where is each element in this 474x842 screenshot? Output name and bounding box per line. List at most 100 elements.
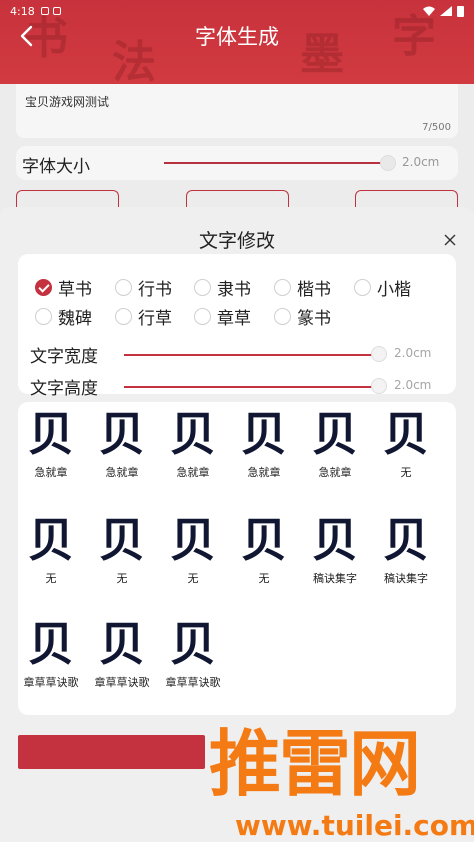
style-option[interactable]: 草书: [35, 275, 92, 300]
glyph-grid: 贝急就章 贝急就章 贝急就章 贝急就章 贝急就章 贝无 贝无 贝无 贝无 贝无 …: [18, 402, 456, 715]
width-slider-label: 文字宽度: [30, 347, 98, 367]
glyph-char: 贝: [383, 513, 429, 567]
style-option-label: 小楷: [377, 279, 411, 300]
radio-icon[interactable]: [194, 278, 211, 296]
glyph-item[interactable]: 贝急就章: [229, 406, 299, 480]
glyph-char: 贝: [170, 513, 216, 567]
style-option-label: 行书: [138, 279, 172, 300]
wifi-icon: [423, 6, 435, 16]
glyph-source: 无: [116, 572, 128, 585]
close-icon[interactable]: [441, 231, 459, 249]
style-option[interactable]: 行书: [115, 275, 172, 300]
height-slider-track[interactable]: [124, 386, 380, 388]
glyph-char: 贝: [99, 407, 145, 461]
glyph-char: 贝: [241, 513, 287, 567]
style-option[interactable]: 楷书: [274, 275, 331, 300]
page-title: 字体生成: [195, 25, 279, 49]
glyph-source: 无: [400, 466, 412, 479]
glyph-char: 贝: [28, 617, 74, 671]
radio-icon[interactable]: [115, 278, 132, 296]
notification-icon: [40, 7, 49, 15]
height-slider-thumb[interactable]: [371, 378, 387, 394]
style-option[interactable]: 魏碑: [35, 304, 92, 329]
height-slider-value: 2.0cm: [394, 378, 432, 392]
radio-checked-icon[interactable]: [35, 278, 52, 296]
glyph-item[interactable]: 贝稿诀集字: [300, 512, 370, 586]
glyph-item[interactable]: 贝章草草诀歌: [158, 616, 228, 690]
style-option-label: 楷书: [297, 279, 331, 300]
style-option[interactable]: 篆书: [274, 304, 331, 329]
glyph-item[interactable]: 贝无: [229, 512, 299, 586]
radio-icon[interactable]: [194, 307, 211, 325]
width-slider-value: 2.0cm: [394, 346, 432, 360]
radio-icon[interactable]: [115, 307, 132, 325]
radio-icon[interactable]: [354, 278, 371, 296]
glyph-char: 贝: [312, 513, 358, 567]
glyph-source: 急就章: [176, 466, 210, 479]
font-size-value: 2.0cm: [402, 155, 440, 169]
width-slider-track[interactable]: [124, 354, 380, 356]
glyph-item[interactable]: 贝无: [87, 512, 157, 586]
glyph-source: 稿诀集字: [313, 572, 357, 585]
width-slider-thumb[interactable]: [371, 346, 387, 362]
glyph-source: 无: [45, 572, 57, 585]
glyph-char: 贝: [99, 513, 145, 567]
glyph-item[interactable]: 贝无: [371, 406, 441, 480]
char-counter: 7/500: [422, 122, 451, 133]
style-option-label: 隶书: [217, 279, 251, 300]
radio-icon[interactable]: [274, 278, 291, 296]
confirm-button[interactable]: [18, 735, 205, 769]
glyph-char: 贝: [99, 617, 145, 671]
glyph-char: 贝: [28, 407, 74, 461]
glyph-item[interactable]: 贝无: [16, 512, 86, 586]
glyph-source: 无: [187, 572, 199, 585]
style-option-label: 魏碑: [58, 308, 92, 329]
glyph-item[interactable]: 贝急就章: [158, 406, 228, 480]
font-size-slider-thumb[interactable]: [380, 155, 396, 171]
radio-icon[interactable]: [274, 307, 291, 325]
glyph-char: 贝: [241, 407, 287, 461]
style-option-label: 章草: [217, 308, 251, 329]
glyph-item[interactable]: 贝无: [158, 512, 228, 586]
style-option-label: 草书: [58, 279, 92, 300]
watermark-brand: 推雷网: [209, 722, 421, 806]
notification-icon: [52, 7, 61, 15]
height-slider-row: 文字高度 2.0cm: [30, 374, 450, 399]
glyph-source: 急就章: [105, 466, 139, 479]
glyph-item[interactable]: 贝急就章: [300, 406, 370, 480]
glyph-item[interactable]: 贝急就章: [16, 406, 86, 480]
glyph-source: 章草草诀歌: [94, 676, 150, 689]
status-time: 4:18: [10, 4, 35, 18]
style-option[interactable]: 小楷: [354, 275, 411, 300]
glyph-source: 急就章: [247, 466, 281, 479]
glyph-item[interactable]: 贝急就章: [87, 406, 157, 480]
glyph-source: 急就章: [318, 466, 352, 479]
glyph-char: 贝: [170, 407, 216, 461]
style-option[interactable]: 隶书: [194, 275, 251, 300]
glyph-item[interactable]: 贝章草草诀歌: [16, 616, 86, 690]
glyph-item[interactable]: 贝稿诀集字: [371, 512, 441, 586]
text-input-card[interactable]: 宝贝游戏网测试 7/500: [16, 84, 458, 138]
watermark-logo: 推雷网 www.tuilei.com: [207, 721, 474, 842]
glyph-item[interactable]: 贝章草草诀歌: [87, 616, 157, 690]
style-option[interactable]: 章草: [194, 304, 251, 329]
text-input[interactable]: 宝贝游戏网测试: [25, 93, 109, 110]
style-option[interactable]: 行草: [115, 304, 172, 329]
style-options-card: 草书 行书 隶书 楷书 小楷 魏碑 行草 章草 篆书 文字宽度 2.0cm 文字…: [18, 254, 456, 399]
glyph-char: 贝: [170, 617, 216, 671]
height-slider-label: 文字高度: [30, 379, 98, 399]
app-header: 书 法 墨 字 4:18 字体生成: [0, 0, 474, 84]
glyph-source: 章草草诀歌: [165, 676, 221, 689]
glyph-char: 贝: [383, 407, 429, 461]
font-size-row: 字体大小 2.0cm: [16, 146, 458, 180]
glyph-char: 贝: [312, 407, 358, 461]
glyph-char: 贝: [28, 513, 74, 567]
glyph-source: 无: [258, 572, 270, 585]
dialog-title: 文字修改: [198, 230, 275, 252]
watermark-url: www.tuilei.com: [235, 809, 474, 842]
style-option-label: 行草: [138, 308, 172, 329]
glyph-source: 急就章: [34, 466, 68, 479]
radio-icon[interactable]: [35, 307, 52, 325]
status-bar: 4:18: [10, 2, 464, 20]
font-size-slider-track[interactable]: [164, 162, 394, 164]
